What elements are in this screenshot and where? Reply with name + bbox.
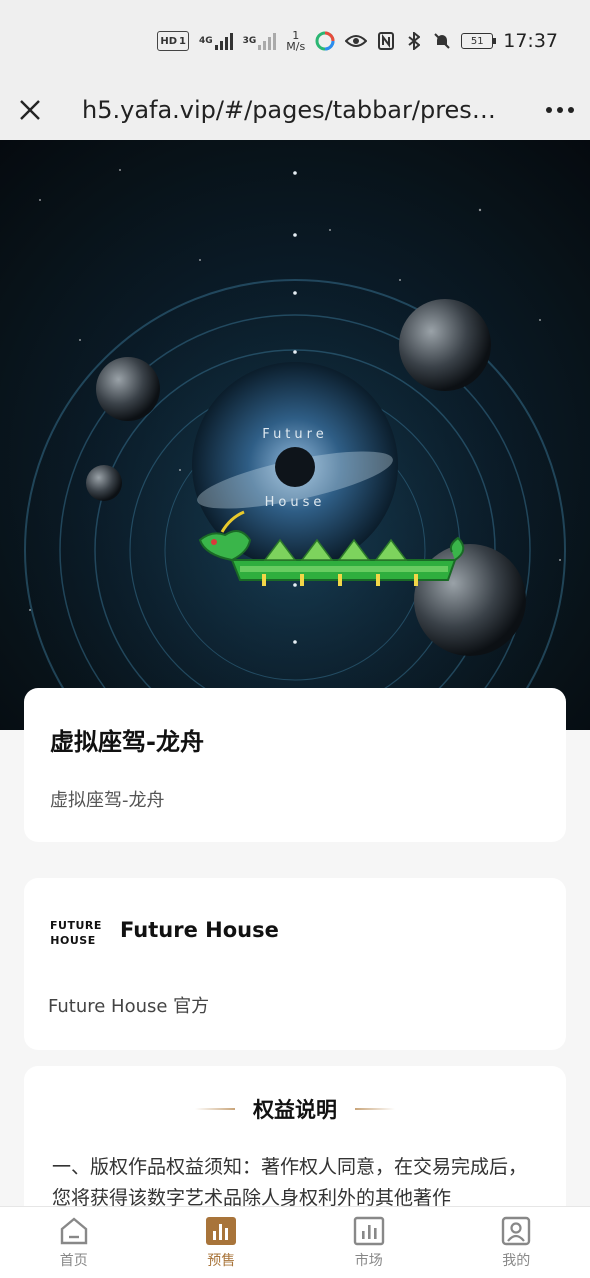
browser-toolbar: h5.yafa.vip/#/pages/tabbar/presal... xyxy=(0,80,590,140)
tab-market[interactable]: 市场 xyxy=(295,1207,443,1278)
rights-heading-row: 权益说明 xyxy=(24,1094,566,1124)
moon-left-large xyxy=(96,357,160,421)
profile-icon xyxy=(502,1216,531,1245)
moon-right-top xyxy=(399,299,491,391)
network-speed: 1 M/s xyxy=(286,29,306,53)
presale-chart-icon xyxy=(206,1216,237,1245)
product-info-card: 虚拟座驾-龙舟 虚拟座驾-龙舟 xyxy=(24,688,566,842)
more-dots-icon xyxy=(546,107,574,113)
hero-text-house: House xyxy=(265,495,326,510)
signal-3g-icon: 3G xyxy=(243,31,277,51)
rights-text: 一、版权作品权益须知：著作权人同意，在交易完成后，您将获得该数字艺术品除人身权利… xyxy=(52,1156,528,1209)
bottom-tab-bar: 首页 预售 市场 我的 xyxy=(0,1206,590,1278)
signal-4g-icon: 4G xyxy=(199,31,233,51)
tab-label-presale: 预售 xyxy=(207,1252,236,1269)
home-icon xyxy=(60,1216,87,1244)
battery-icon: 51 xyxy=(461,33,497,49)
status-icons: HD 1 4G 3G 1 M/s 51 17:37 xyxy=(157,30,558,52)
close-button[interactable] xyxy=(0,80,60,140)
brand-official-label: Future House 官方 xyxy=(48,996,210,1017)
status-time: 17:37 xyxy=(503,30,558,52)
nfc-icon xyxy=(377,31,395,51)
product-artwork: Future House xyxy=(0,140,590,730)
status-bar: HD 1 4G 3G 1 M/s 51 17:37 xyxy=(0,0,590,80)
close-icon xyxy=(20,100,40,120)
brand-logo: FUTURE HOUSE xyxy=(50,919,102,947)
tab-label-profile: 我的 xyxy=(502,1252,531,1269)
mute-bell-icon xyxy=(433,31,451,51)
rights-heading: 权益说明 xyxy=(253,1098,337,1122)
tab-home[interactable]: 首页 xyxy=(0,1207,148,1278)
tab-presale[interactable]: 预售 xyxy=(148,1207,296,1278)
more-menu-button[interactable] xyxy=(530,80,590,140)
product-subtitle: 虚拟座驾-龙舟 xyxy=(50,790,165,811)
bluetooth-icon xyxy=(405,31,423,51)
eye-comfort-icon xyxy=(345,31,368,51)
heading-divider-right xyxy=(355,1108,395,1110)
url-display[interactable]: h5.yafa.vip/#/pages/tabbar/presal... xyxy=(60,96,530,124)
tab-label-home: 首页 xyxy=(59,1252,88,1269)
moon-left-small xyxy=(86,465,122,501)
market-chart-icon xyxy=(353,1216,384,1245)
tab-label-market: 市场 xyxy=(354,1252,383,1269)
brand-card[interactable]: FUTURE HOUSE Future House Future House 官… xyxy=(24,878,566,1050)
space-dragon-boat-illustration: Future House xyxy=(5,169,585,730)
brand-name: Future House xyxy=(120,918,279,942)
app-notification-icon xyxy=(315,31,335,51)
tab-profile[interactable]: 我的 xyxy=(443,1207,590,1278)
hero-text-future: Future xyxy=(262,427,327,442)
heading-divider-left xyxy=(195,1108,235,1110)
product-title: 虚拟座驾-龙舟 xyxy=(50,728,204,756)
hd-icon: HD 1 xyxy=(157,31,189,51)
